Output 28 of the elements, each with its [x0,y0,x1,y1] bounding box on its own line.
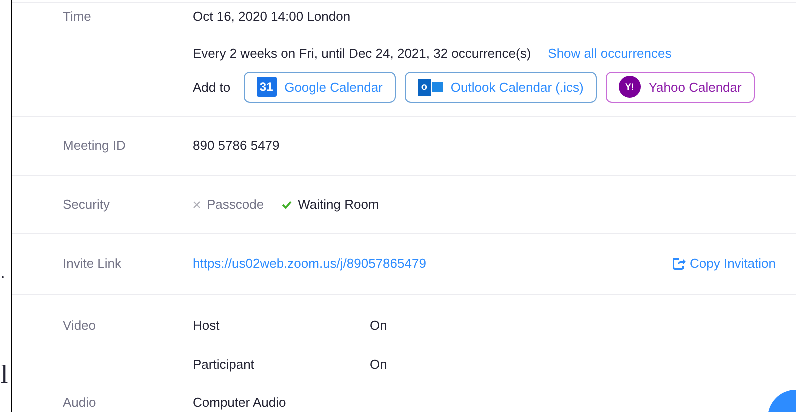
calendar-button[interactable]: Y! Yahoo Calendar [606,72,755,103]
field-label: Security [63,196,110,212]
security-option: Waiting Room [298,194,380,214]
share-icon [673,258,686,270]
calendar-button[interactable]: 31 Google Calendar [244,72,396,103]
field-label: Time [63,8,92,24]
copy-invitation-button[interactable]: Copy Invitation [673,254,776,274]
invite-link[interactable]: https://us02web.zoom.us/j/89057865479 [193,254,426,274]
field-label: Meeting ID [63,138,126,154]
setting-value: On [370,316,388,334]
audio-value: Computer Audio [193,394,286,412]
setting-name: Host [193,316,221,334]
security-option: Passcode [207,194,264,214]
margin-text: l [1,362,8,388]
logo-icon: Y! [618,76,641,98]
calendar-button[interactable]: o Outlook Calendar (.ics) [404,72,597,103]
calendar-icon: 31 [256,77,277,98]
start-time: Oct 16, 2020 14:00 London [193,8,352,26]
add-to-label: Add to [193,78,231,97]
show-occurrences-link[interactable]: Show all occurrences [548,44,672,64]
field-label: Invite Link [63,256,122,272]
setting-value: On [370,356,388,374]
field-label: Audio [63,394,96,410]
field-label: Video [63,318,96,332]
meeting-id: 890 5786 5479 [193,137,280,156]
margin-text: . [1,264,5,284]
recurrence-text: Every 2 weeks on Fri, until Dec 24, 2021, 32 occurrence(s) [193,44,532,63]
setting-name: Participant [193,356,256,374]
